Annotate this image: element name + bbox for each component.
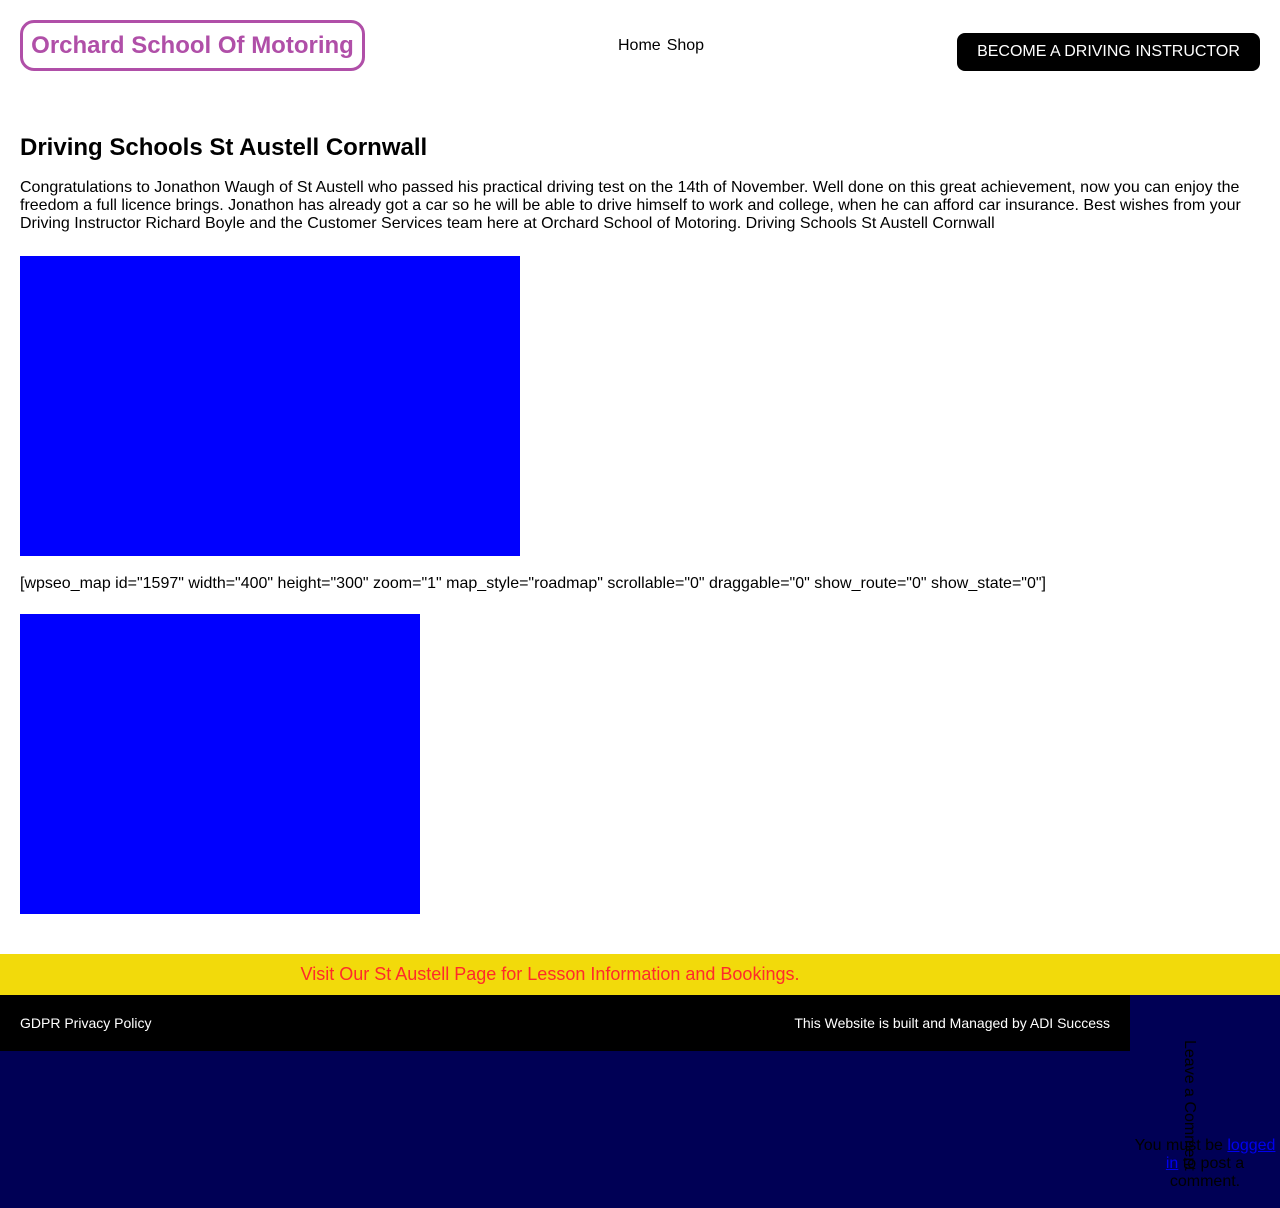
nav-item-home[interactable]: Home bbox=[618, 37, 661, 55]
become-instructor-button[interactable]: BECOME A DRIVING INSTRUCTOR bbox=[957, 33, 1260, 71]
footer-credit: This Website is built and Managed by ADI… bbox=[794, 1015, 1110, 1031]
site-logo[interactable]: Orchard School Of Motoring bbox=[20, 20, 365, 71]
article-image bbox=[20, 256, 520, 556]
map-shortcode-text: [wpseo_map id="1597" width="400" height=… bbox=[20, 575, 1046, 592]
map-image bbox=[20, 614, 420, 914]
gdpr-privacy-link[interactable]: GDPR Privacy Policy bbox=[20, 1015, 151, 1031]
login-required-note: You must be logged in to post a comment. bbox=[1132, 1137, 1278, 1191]
main-content: Driving Schools St Austell Cornwall Cong… bbox=[20, 134, 1260, 914]
article-body: Congratulations to Jonathon Waugh of St … bbox=[20, 179, 1241, 232]
site-footer: GDPR Privacy Policy This Website is buil… bbox=[0, 995, 1130, 1051]
nav-item-shop[interactable]: Shop bbox=[667, 37, 704, 55]
site-header: Orchard School Of Motoring Home Shop BEC… bbox=[0, 0, 1280, 100]
login-note-prefix: You must be bbox=[1134, 1137, 1223, 1154]
main-nav: Home Shop bbox=[618, 37, 704, 55]
page-title: Driving Schools St Austell Cornwall bbox=[20, 134, 428, 161]
lesson-info-banner[interactable]: Visit Our St Austell Page for Lesson Inf… bbox=[0, 954, 1280, 995]
login-note-suffix: to post a comment. bbox=[1169, 1155, 1245, 1190]
